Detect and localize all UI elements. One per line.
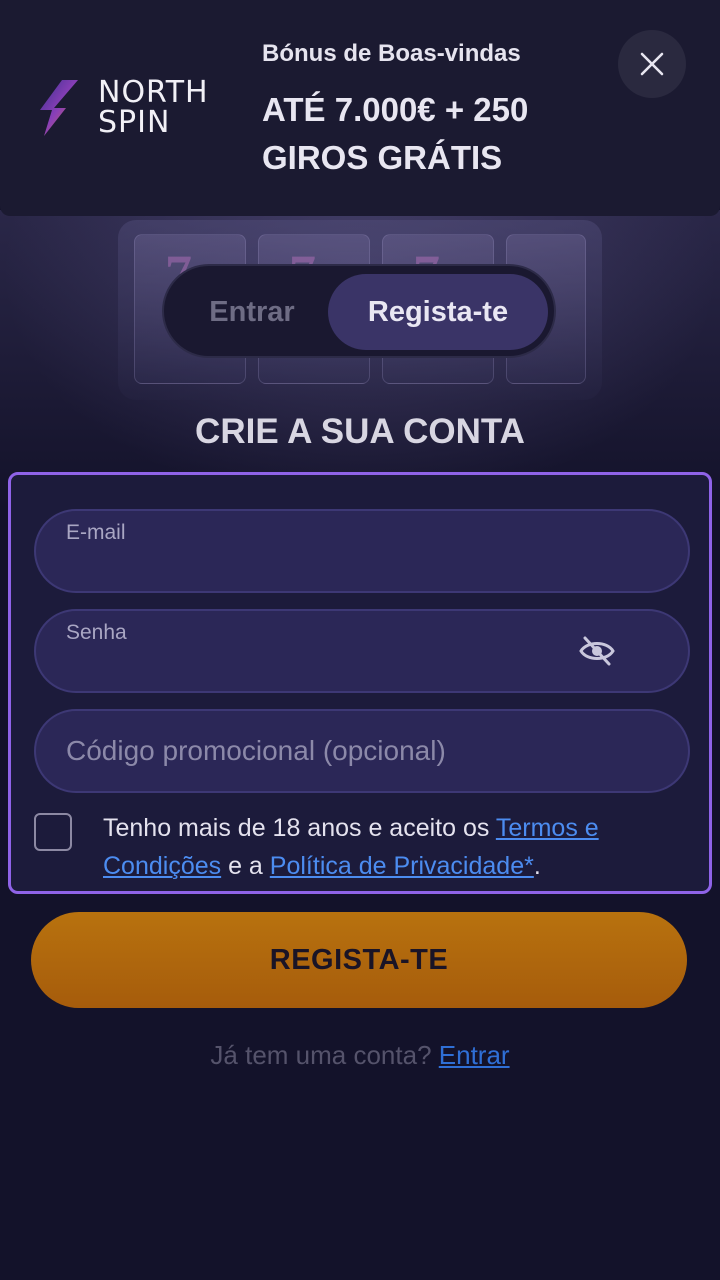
password-field[interactable]: Senha xyxy=(34,609,690,693)
privacy-link[interactable]: Política de Privacidade* xyxy=(270,852,534,880)
background-slot-art: 7 7 7 xyxy=(0,210,720,510)
bonus-title: ATÉ 7.000€ + 250 GIROS GRÁTIS xyxy=(262,91,529,176)
close-icon xyxy=(640,52,664,76)
login-prompt-text: Já tem uma conta? xyxy=(210,1040,439,1070)
logo-line-north: NORTH xyxy=(98,75,209,110)
tab-register[interactable]: Regista-te xyxy=(328,274,548,350)
login-link[interactable]: Entrar xyxy=(439,1040,510,1070)
email-field[interactable]: E-mail xyxy=(34,509,690,593)
promo-code-field[interactable]: Código promocional (opcional) xyxy=(34,709,690,793)
promo-code-placeholder: Código promocional (opcional) xyxy=(66,735,446,766)
terms-middle: e a xyxy=(221,852,270,880)
terms-prefix: Tenho mais de 18 anos e aceito os xyxy=(103,814,496,842)
auth-tabs: Entrar Regista-te xyxy=(162,264,556,358)
tab-login[interactable]: Entrar xyxy=(172,274,332,350)
terms-text: Tenho mais de 18 anos e aceito os Termos… xyxy=(103,809,683,885)
login-prompt: Já tem uma conta? Entrar xyxy=(0,1040,720,1071)
northspin-logo[interactable]: NORTH SPIN xyxy=(40,78,230,138)
lightning-bolt-icon xyxy=(40,80,78,136)
page-title: CRIE A SUA CONTA xyxy=(195,412,525,451)
terms-suffix: . xyxy=(533,852,541,880)
email-label: E-mail xyxy=(66,521,126,544)
eye-slash-icon[interactable] xyxy=(579,635,615,667)
bonus-subtitle: Bónus de Boas-vindas xyxy=(262,40,521,67)
close-button[interactable] xyxy=(618,30,686,98)
password-label: Senha xyxy=(66,621,127,644)
terms-checkbox[interactable] xyxy=(34,813,72,851)
logo-line-spin: SPIN xyxy=(98,105,171,140)
registration-form: E-mail Senha Código promocional (opciona… xyxy=(8,472,712,894)
register-button[interactable]: REGISTA-TE xyxy=(31,912,687,1008)
welcome-bonus-banner: NORTH SPIN Bónus de Boas-vindas ATÉ 7.00… xyxy=(0,0,720,216)
logo-text: NORTH SPIN xyxy=(98,78,209,138)
